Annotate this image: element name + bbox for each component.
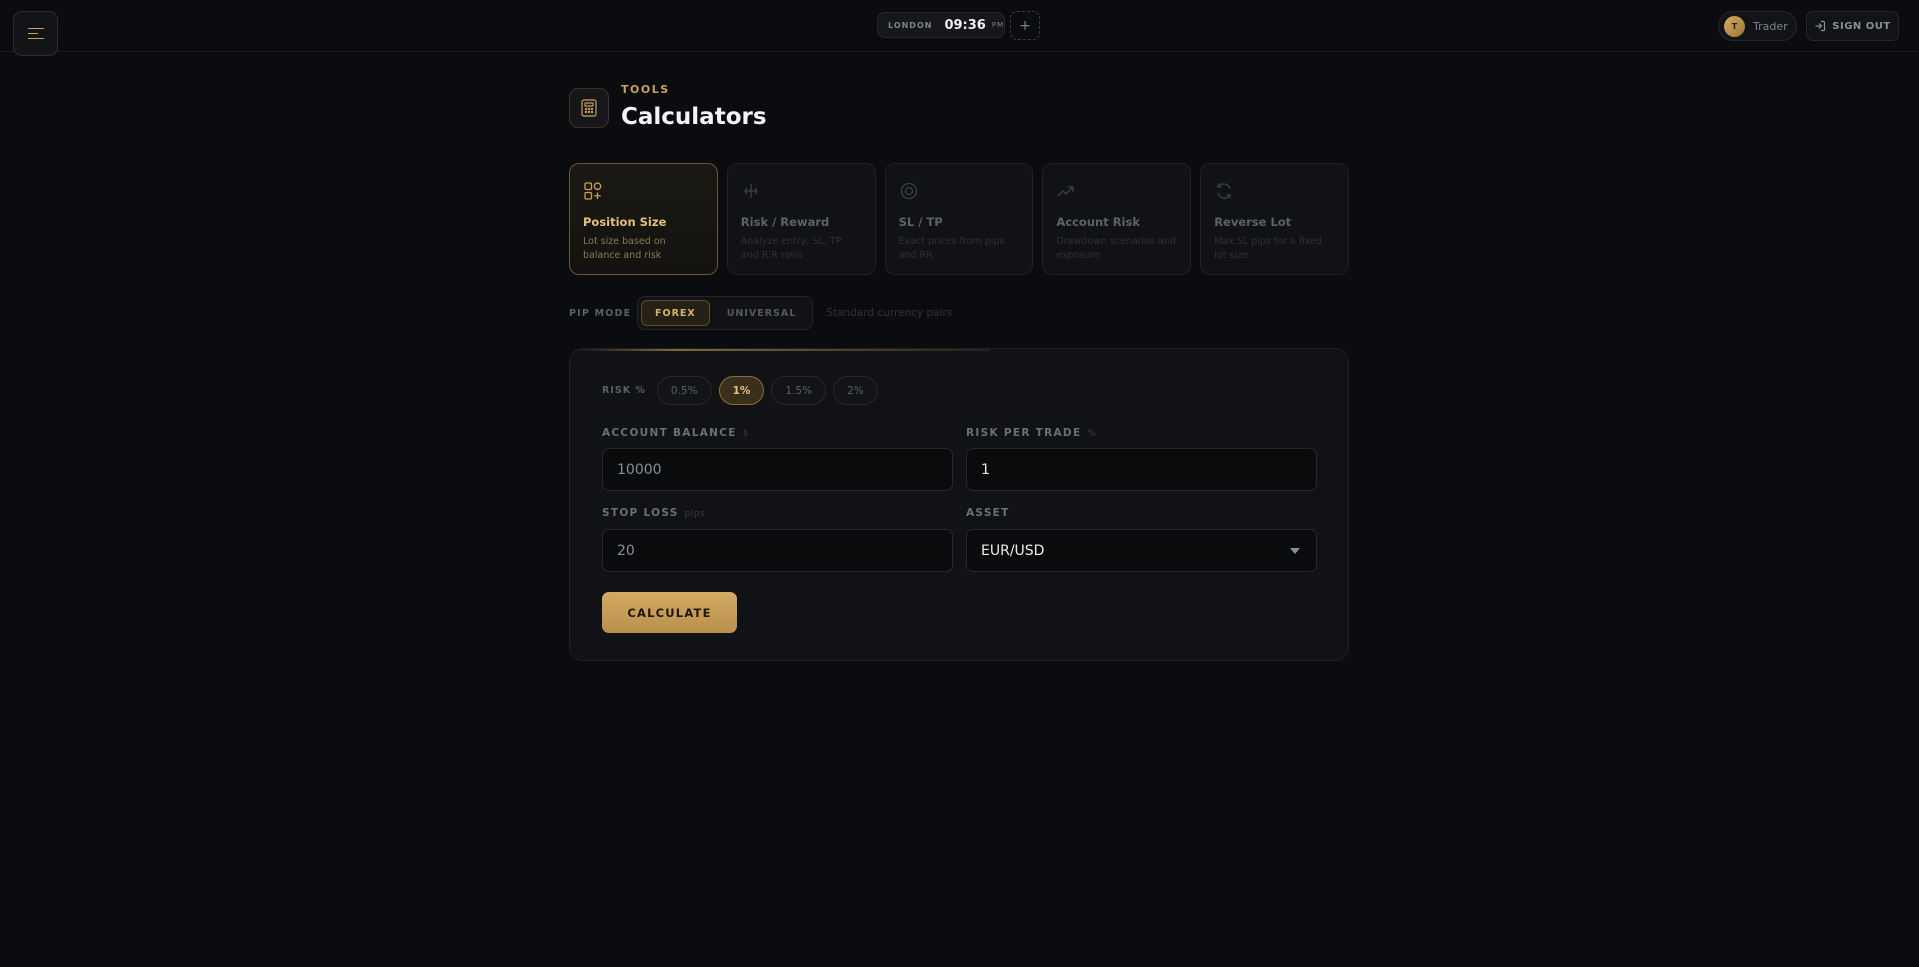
page-title: Calculators	[621, 104, 767, 130]
sign-out-button[interactable]: SIGN OUT	[1806, 11, 1899, 41]
asset-value: EUR/USD	[981, 542, 1045, 559]
account-balance-label: ACCOUNT BALANCE $	[602, 427, 749, 439]
tool-card-account-risk[interactable]: Account Risk Drawdown scenarios and expo…	[1042, 163, 1192, 275]
asset-select[interactable]: EUR/USD	[966, 529, 1317, 572]
calculate-button[interactable]: CALCULATE	[602, 592, 737, 633]
tool-name: Account Risk	[1056, 215, 1140, 229]
avatar: T	[1724, 15, 1745, 37]
risk-per-trade-input[interactable]: 1	[966, 448, 1317, 491]
position-size-icon	[584, 182, 602, 200]
stop-loss-input[interactable]: 20	[602, 529, 953, 572]
tool-desc: Drawdown scenarios and exposure	[1056, 236, 1176, 261]
section-eyebrow: TOOLS	[621, 83, 670, 96]
add-clock-button[interactable]: +	[1010, 11, 1040, 40]
tool-desc: Max SL pips for a fixed lot size	[1214, 236, 1322, 261]
menu-icon	[27, 27, 44, 40]
risk-presets-label: RISK %	[602, 385, 646, 396]
tool-desc: Analyze entry, SL, TP and R:R ratio	[740, 236, 842, 261]
tool-name: Position Size	[583, 215, 667, 229]
risk-preset-1[interactable]: 1%	[718, 376, 765, 405]
stop-loss-label: STOP LOSS pips	[602, 507, 706, 519]
risk-per-trade-unit: %	[1087, 429, 1097, 439]
position-size-form: RISK % 0.5% 1% 1.5% 2% ACCOUNT BALANCE $ …	[569, 348, 1349, 661]
stop-loss-unit: pips	[684, 509, 706, 519]
menu-button[interactable]	[13, 11, 58, 56]
clock-time: 09:36	[944, 17, 986, 33]
tool-card-position-size[interactable]: Position Size Lot size based on balance …	[569, 163, 718, 275]
calculator-icon	[569, 88, 609, 128]
tool-card-risk-reward[interactable]: Risk / Reward Analyze entry, SL, TP and …	[726, 163, 876, 275]
risk-reward-icon	[744, 184, 758, 198]
panel-accent-line	[570, 349, 990, 351]
clock-city: LONDON	[888, 20, 933, 30]
clock-ampm: PM	[991, 21, 1005, 29]
calculator-tabs: Position Size Lot size based on balance …	[569, 163, 1349, 275]
target-icon	[900, 182, 917, 200]
user-name: Trader	[1753, 19, 1788, 33]
tool-card-reverse-lot[interactable]: Reverse Lot Max SL pips for a fixed lot …	[1200, 163, 1349, 275]
pip-mode-hint: Standard currency pairs	[826, 307, 953, 319]
account-balance-unit: $	[742, 429, 749, 439]
tool-card-sl-tp[interactable]: SL / TP Exact prices from pips and RR	[884, 163, 1034, 275]
refresh-icon	[1217, 183, 1231, 199]
pip-mode-toggle: FOREX UNIVERSAL	[637, 296, 814, 330]
account-balance-input[interactable]: 10000	[602, 448, 953, 491]
risk-presets: RISK % 0.5% 1% 1.5% 2%	[602, 376, 878, 405]
risk-preset-1-5[interactable]: 1.5%	[771, 376, 827, 405]
tool-desc: Lot size based on balance and risk	[583, 236, 666, 261]
pip-mode-label: PIP MODE	[569, 307, 632, 319]
tool-name: Risk / Reward	[740, 215, 830, 229]
top-bar: LONDON 09:36 PM + T Trader SIGN OUT	[0, 0, 1919, 56]
trend-icon	[1057, 186, 1075, 197]
tool-desc: Exact prices from pips and RR	[898, 236, 1005, 261]
asset-label: ASSET	[966, 507, 1010, 519]
risk-preset-2[interactable]: 2%	[833, 376, 878, 405]
sign-out-label: SIGN OUT	[1832, 20, 1891, 32]
risk-preset-0-5[interactable]: 0.5%	[656, 376, 712, 405]
world-clock[interactable]: LONDON 09:36 PM	[877, 12, 1005, 38]
pip-mode-universal[interactable]: UNIVERSAL	[714, 300, 810, 326]
pip-mode-forex[interactable]: FOREX	[641, 300, 710, 326]
tool-name: SL / TP	[898, 215, 943, 229]
pip-mode-row: PIP MODE FOREX UNIVERSAL Standard curren…	[569, 296, 952, 330]
tool-name: Reverse Lot	[1214, 215, 1292, 229]
sign-out-icon	[1815, 20, 1826, 32]
chevron-down-icon	[1290, 548, 1300, 554]
risk-per-trade-label: RISK PER TRADE%	[966, 427, 1097, 439]
user-menu[interactable]: T Trader	[1718, 11, 1797, 41]
